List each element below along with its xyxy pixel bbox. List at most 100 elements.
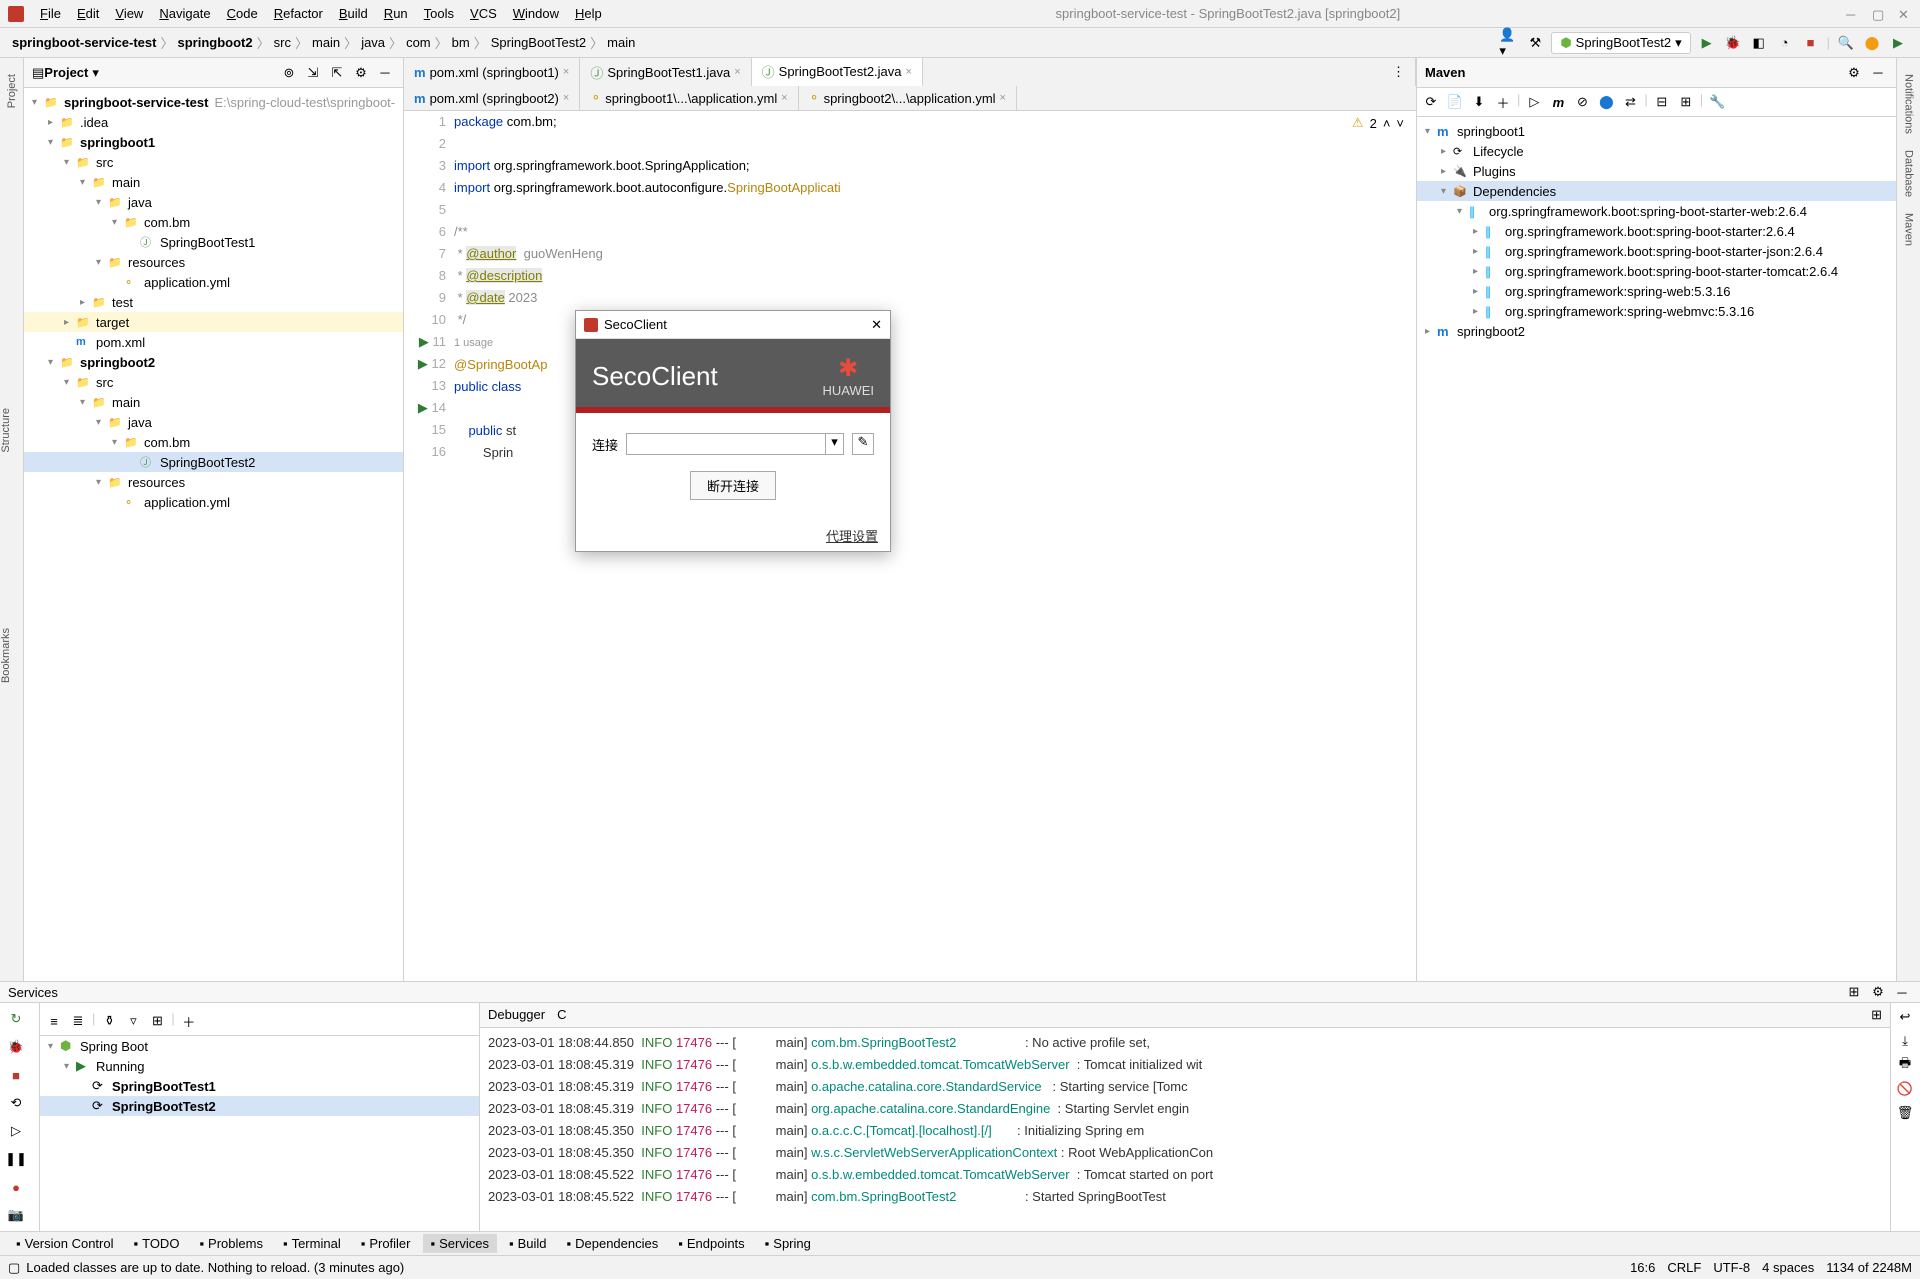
coverage-button[interactable]: ◧ <box>1749 33 1769 53</box>
menu-run[interactable]: Run <box>376 4 416 23</box>
filter2-icon[interactable]: ▿ <box>123 1011 143 1031</box>
tree-row[interactable]: ▾📁main <box>24 172 403 192</box>
project-tree[interactable]: ▾📁springboot-service-testE:\spring-cloud… <box>24 88 403 981</box>
breadcrumb-item[interactable]: springboot2 <box>178 35 253 50</box>
maven-tree-row[interactable]: ▸|||org.springframework:spring-webmvc:5.… <box>1417 301 1896 321</box>
breadcrumb-item[interactable]: SpringBootTest2 <box>491 35 586 50</box>
expand-all-icon[interactable]: ⇲ <box>303 63 323 83</box>
maven-tree-row[interactable]: ▸🔌Plugins <box>1417 161 1896 181</box>
menu-navigate[interactable]: Navigate <box>151 4 218 23</box>
breadcrumb-item[interactable]: com <box>406 35 431 50</box>
user-icon[interactable]: 👤▾ <box>1499 33 1519 53</box>
editor-tab[interactable]: ⚬springboot2\...\application.yml× <box>799 86 1017 110</box>
breadcrumb-item[interactable]: main <box>312 35 340 50</box>
run-icon[interactable]: ▷ <box>1524 92 1544 112</box>
search-icon[interactable]: 🔍 <box>1836 33 1856 53</box>
wrench-icon[interactable]: 🔧 <box>1707 92 1727 112</box>
edit-icon[interactable]: ✎ <box>852 433 874 455</box>
trash-icon[interactable]: 🗑 <box>1895 1103 1915 1123</box>
hide-icon[interactable]: ─ <box>375 63 395 83</box>
bottom-tab-version-control[interactable]: ▪Version Control <box>8 1234 122 1253</box>
tree-row[interactable]: ▾📁resources <box>24 252 403 272</box>
build-hammer-icon[interactable]: ⚒ <box>1525 33 1545 53</box>
editor-tab[interactable]: ⒿSpringBootTest2.java× <box>752 58 923 87</box>
print-icon[interactable]: 🖶 <box>1895 1055 1915 1075</box>
editor-tab[interactable]: mpom.xml (springboot1)× <box>404 58 580 86</box>
breadcrumb-item[interactable]: springboot-service-test <box>12 35 156 50</box>
bottom-tab-todo[interactable]: ▪TODO <box>126 1234 188 1253</box>
debug-button[interactable]: 🐞 <box>1723 33 1743 53</box>
pause-icon[interactable]: ❚❚ <box>4 1147 28 1171</box>
offline-icon[interactable]: ⬤ <box>1596 92 1616 112</box>
updates-icon[interactable]: ⬤ <box>1862 33 1882 53</box>
layout-icon[interactable]: ⊞ <box>1871 1007 1882 1023</box>
database-tool-button[interactable]: Database <box>1903 150 1915 197</box>
scroll-end-icon[interactable]: ⤓ <box>1895 1031 1915 1051</box>
tree-row[interactable]: ⚬application.yml <box>24 492 403 512</box>
project-tool-button[interactable]: Project <box>6 74 18 108</box>
tree-row[interactable]: ▾📁com.bm <box>24 432 403 452</box>
menu-file[interactable]: File <box>32 4 69 23</box>
indent-info[interactable]: 4 spaces <box>1762 1260 1814 1275</box>
editor-inspection[interactable]: ⚠ 2 ˄ ˅ <box>1352 115 1404 131</box>
expand-icon[interactable]: ⊞ <box>1676 92 1696 112</box>
proxy-settings-link[interactable]: 代理设置 <box>826 529 878 544</box>
step-icon[interactable]: ▷ <box>4 1119 28 1143</box>
tree-row[interactable]: ▾📁java <box>24 412 403 432</box>
maven-tree-row[interactable]: ▸|||org.springframework.boot:spring-boot… <box>1417 221 1896 241</box>
soft-wrap-icon[interactable]: ↩ <box>1895 1007 1915 1027</box>
bottom-tab-endpoints[interactable]: ▪Endpoints <box>670 1234 752 1253</box>
menu-help[interactable]: Help <box>567 4 610 23</box>
dialog-titlebar[interactable]: SecoClient ✕ <box>576 311 890 339</box>
window-icon[interactable]: ⊞ <box>1844 982 1864 1002</box>
close-icon[interactable]: × <box>781 92 787 104</box>
run-config-select[interactable]: ⬢ SpringBootTest2 ▾ <box>1551 32 1690 54</box>
reload-classes-icon[interactable]: ⟲ <box>4 1091 28 1115</box>
close-icon[interactable]: × <box>906 66 912 78</box>
tree-row[interactable]: ▾📁com.bm <box>24 212 403 232</box>
next-highlight-icon[interactable]: ˅ <box>1396 116 1404 131</box>
gear-icon[interactable]: ⚙ <box>1844 63 1864 83</box>
tree-row[interactable]: ▾📁main <box>24 392 403 412</box>
maven-tool-button[interactable]: Maven <box>1903 213 1915 246</box>
breadcrumb-item[interactable]: main <box>607 35 635 50</box>
toggle-skip-icon[interactable]: ⊘ <box>1572 92 1592 112</box>
breadcrumb-item[interactable]: bm <box>452 35 470 50</box>
bottom-tab-spring[interactable]: ▪Spring <box>757 1234 819 1253</box>
debugger-tab[interactable]: Debugger <box>488 1007 545 1023</box>
maven-tree[interactable]: ▾mspringboot1▸⟳Lifecycle▸🔌Plugins▾📦Depen… <box>1417 117 1896 981</box>
filter-icon[interactable]: ⚱ <box>99 1011 119 1031</box>
add-icon[interactable]: ＋ <box>179 1011 199 1031</box>
menu-build[interactable]: Build <box>331 4 376 23</box>
tree-row[interactable]: ▸📁test <box>24 292 403 312</box>
tree-row[interactable]: ▾📁src <box>24 372 403 392</box>
rerun-icon[interactable]: ↻ <box>4 1007 28 1031</box>
breadcrumb-item[interactable]: src <box>274 35 291 50</box>
bottom-tab-problems[interactable]: ▪Problems <box>191 1234 271 1253</box>
bookmarks-tool-button[interactable]: Bookmarks <box>0 628 12 683</box>
services-tree-row[interactable]: ▾⬢Spring Boot <box>40 1036 479 1056</box>
show-deps-icon[interactable]: ⇄ <box>1620 92 1640 112</box>
maven-m-icon[interactable]: m <box>1548 92 1568 112</box>
tree-row[interactable]: ▾📁java <box>24 192 403 212</box>
clear-icon[interactable]: 🚫 <box>1895 1079 1915 1099</box>
menu-vcs[interactable]: VCS <box>462 4 505 23</box>
tree-row[interactable]: ▾📁springboot1 <box>24 132 403 152</box>
editor-tab[interactable]: ⒿSpringBootTest1.java× <box>580 58 751 86</box>
tree-row[interactable]: ⚬application.yml <box>24 272 403 292</box>
tree-row[interactable]: ▸📁.idea <box>24 112 403 132</box>
code-editor[interactable]: 12345678910▶ 11▶ 1213▶ 141516 package co… <box>404 111 1416 981</box>
close-icon[interactable]: × <box>734 66 740 78</box>
menu-code[interactable]: Code <box>219 4 266 23</box>
tree-row[interactable]: ▾📁src <box>24 152 403 172</box>
close-icon[interactable]: × <box>1000 92 1006 104</box>
profile-button[interactable]: ◔ <box>1775 33 1795 53</box>
maven-tree-row[interactable]: ▾📦Dependencies <box>1417 181 1896 201</box>
more-tabs[interactable]: ⋮ <box>1382 58 1416 86</box>
reload-icon[interactable]: ⟳ <box>1421 92 1441 112</box>
debug-icon[interactable]: 🐞 <box>4 1035 28 1059</box>
dropdown-icon[interactable]: ▾ <box>92 65 99 81</box>
dialog-close-button[interactable]: ✕ <box>871 317 882 333</box>
bottom-tab-profiler[interactable]: ▪Profiler <box>353 1234 419 1253</box>
combo-dropdown-icon[interactable]: ▾ <box>825 434 843 454</box>
